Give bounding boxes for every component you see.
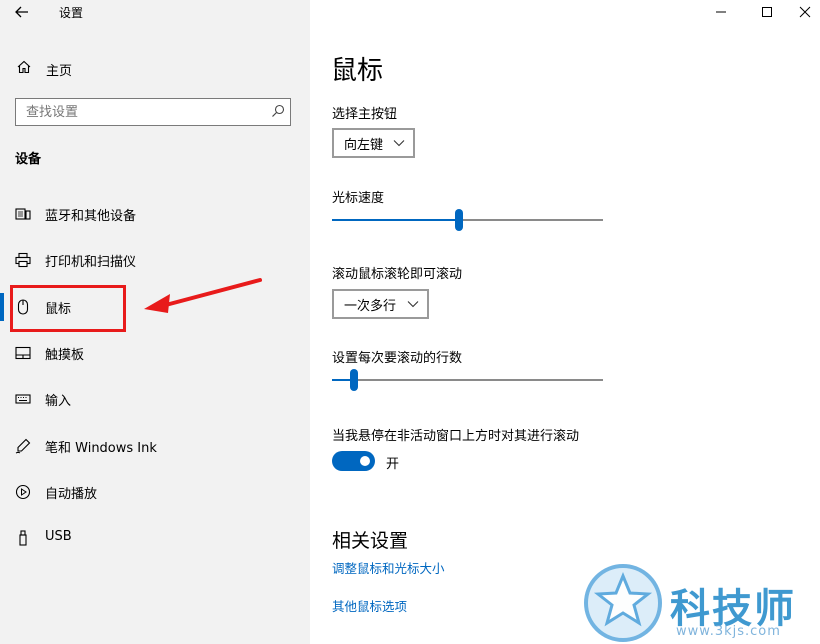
slider-fill [332,219,459,221]
minimize-button[interactable] [698,0,744,24]
sidebar: 设置 主页 设备 蓝牙和其他设备 打印机和扫描仪 [0,0,310,644]
sidebar-item-label: 输入 [45,394,72,409]
scroll-mode-value: 一次多行 [344,298,397,314]
pen-icon [15,438,31,454]
arrow-left-icon [15,6,28,18]
lines-to-scroll-slider[interactable] [332,369,603,391]
app-title: 设置 [59,6,84,20]
usb-icon [19,530,27,546]
active-indicator [0,293,4,321]
minimize-icon [716,11,726,13]
sidebar-item-touchpad[interactable]: 触摸板 [0,335,310,371]
scroll-mode-dropdown[interactable]: 一次多行 [332,289,429,319]
sidebar-item-bluetooth[interactable]: 蓝牙和其他设备 [0,196,310,232]
scroll-mode-label: 滚动鼠标滚轮即可滚动 [332,267,463,282]
printer-icon [15,252,31,268]
page-title: 鼠标 [331,56,384,86]
sidebar-item-autoplay[interactable]: 自动播放 [0,474,310,510]
slider-thumb[interactable] [455,209,463,231]
close-icon [799,6,811,18]
sidebar-item-pen[interactable]: 笔和 Windows Ink [0,428,310,464]
watermark-url: www.3kjs.com [676,624,781,639]
sidebar-item-label: 自动播放 [45,487,98,502]
maximize-button[interactable] [744,0,790,24]
search-box[interactable] [15,98,291,126]
autoplay-icon [15,484,31,500]
nav-home-label: 主页 [46,64,73,79]
nav-home[interactable]: 主页 [0,55,310,81]
bluetooth-devices-icon [15,208,31,220]
cursor-speed-slider[interactable] [332,209,603,231]
home-icon [17,60,31,74]
sidebar-item-label: 蓝牙和其他设备 [45,209,137,224]
primary-button-value: 向左键 [344,137,384,153]
chevron-down-icon [393,140,405,147]
back-button[interactable] [10,2,34,22]
sidebar-item-label: 打印机和扫描仪 [45,255,137,270]
sidebar-item-label: 触摸板 [45,348,85,363]
maximize-icon [762,7,772,17]
inactive-scroll-state: 开 [386,457,400,472]
annotation-arrow-icon [144,278,262,313]
annotation-highlight-box [10,285,126,332]
slider-thumb[interactable] [350,369,358,391]
inactive-scroll-toggle[interactable] [332,451,375,471]
sidebar-item-label: 笔和 Windows Ink [45,441,157,456]
touchpad-icon [15,346,31,360]
chevron-down-icon [407,301,419,308]
watermark-logo-icon [584,564,662,642]
sidebar-item-typing[interactable]: 输入 [0,381,310,417]
sidebar-item-label: USB [45,529,72,544]
link-additional-mouse-options[interactable]: 其他鼠标选项 [332,596,407,615]
toggle-knob [360,456,370,466]
inactive-scroll-label: 当我悬停在非活动窗口上方时对其进行滚动 [332,429,580,444]
sidebar-item-usb[interactable]: USB [0,520,310,556]
primary-button-label: 选择主按钮 [332,107,398,122]
close-button[interactable] [790,0,820,24]
slider-track [332,379,603,381]
cursor-speed-label: 光标速度 [332,191,385,206]
link-mouse-cursor-size[interactable]: 调整鼠标和光标大小 [332,558,445,577]
lines-to-scroll-label: 设置每次要滚动的行数 [332,351,463,366]
keyboard-icon [15,394,31,404]
search-icon[interactable] [271,104,285,118]
related-settings-title: 相关设置 [332,530,409,552]
search-input[interactable] [16,99,266,125]
section-label-devices: 设备 [15,152,42,167]
primary-button-dropdown[interactable]: 向左键 [332,128,415,158]
